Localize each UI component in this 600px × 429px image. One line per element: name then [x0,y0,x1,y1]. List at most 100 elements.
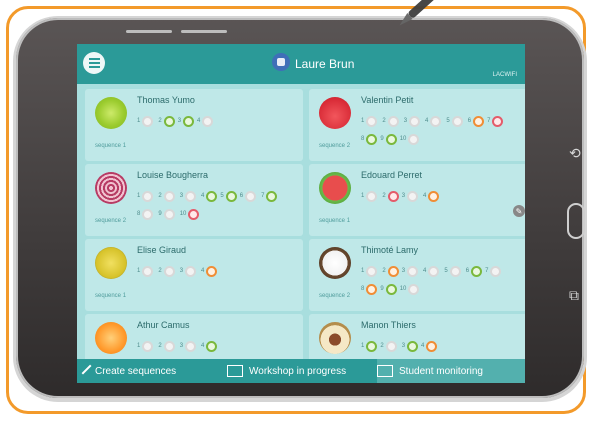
token-number: 10 [179,211,187,217]
student-card[interactable]: Edouard Perret sequence 1 1 2 3 4 [309,164,525,236]
student-name: Thomas Yumo [137,95,195,105]
tab-label: Workshop in progress [249,365,347,377]
token-status-icon [473,115,485,127]
token-status-icon [206,190,218,202]
token-number: 4 [201,193,205,199]
menu-button[interactable] [83,52,105,74]
list-icon [377,365,393,377]
token-status-icon [142,340,154,352]
token-number: 9 [380,286,384,292]
sequence-token: 4 [201,265,218,277]
student-card[interactable]: Thomas Yumo sequence 1 1 2 3 4 [85,89,303,161]
student-name: Elise Giraud [137,245,187,255]
student-card[interactable]: Valentin Petit sequence 2 1 2 3 4 5 6 7 8 9 10 [309,89,525,161]
student-card[interactable]: Elise Giraud sequence 1 1 2 3 4 [85,239,303,311]
sequence-token: 4 [197,115,215,127]
sequence-tokens: 1 2 3 4 5 6 7 8 9 10 [361,109,521,145]
edit-icon[interactable]: ✎ [513,205,525,217]
sequence-token: 7 [261,190,278,202]
sequence-token: 3 [402,340,419,352]
fruit-avatar-icon [95,172,127,204]
token-status-icon [387,115,399,127]
token-number: 4 [425,118,429,124]
token-status-icon [185,190,197,202]
sequence-token: 3 [177,115,195,127]
token-number: 4 [197,118,201,124]
sequence-label: sequence 2 [95,218,127,224]
sequence-tokens: 1 2 3 4 [137,109,297,127]
sequence-token: 4 [423,190,440,202]
token-status-icon [387,190,399,202]
token-number: 1 [137,193,141,199]
token-status-icon [451,115,463,127]
token-number: 2 [158,118,162,124]
token-status-icon [428,190,440,202]
pen-icon [77,365,89,377]
token-status-icon [142,208,154,220]
token-status-icon [407,190,419,202]
sequence-token: 7 [487,115,504,127]
sequence-token: 4 [423,265,441,277]
sequence-token: 2 [382,265,399,277]
student-card[interactable]: Thimoté Lamy sequence 2 1 2 3 4 5 6 7 8 9 10 [309,239,525,311]
token-number: 3 [401,193,406,199]
sequence-tokens: 1 2 3 4 5 6 7 8 9 10 [361,259,521,295]
token-status-icon [407,340,419,352]
username-label: Laure Brun [295,57,355,71]
user-avatar-icon[interactable] [272,53,290,71]
sequence-token: 4 [201,190,218,202]
token-number: 3 [179,193,184,199]
back-icon[interactable]: ⟲ [569,146,581,160]
student-name: Edouard Perret [361,170,423,180]
top-right-label: LACWIFI [492,72,517,78]
tab-create-sequences[interactable]: Create sequences [77,359,227,383]
menu-icon-line [88,66,100,68]
token-number: 4 [423,268,427,274]
tab-workshop-in-progress[interactable]: Workshop in progress [227,359,377,383]
token-status-icon [408,133,420,145]
recent-apps-icon[interactable]: ⧉ [569,288,579,302]
token-status-icon [449,265,461,277]
sequence-token: 1 [361,190,379,202]
tab-student-monitoring[interactable]: Student monitoring [377,359,525,383]
token-status-icon [426,340,438,352]
token-status-icon [366,190,378,202]
sequence-token: 3 [403,115,422,127]
token-status-icon [142,190,154,202]
token-status-icon [430,115,442,127]
token-number: 5 [444,268,448,274]
sequence-token: 1 [137,340,155,352]
sequence-token: 6 [468,115,485,127]
sequence-label: sequence 1 [95,293,127,299]
token-number: 4 [201,343,205,349]
sequence-token: 8 [361,283,378,295]
student-card[interactable]: Louise Bougherra sequence 2 1 2 3 4 5 6 7 8 9 10 [85,164,303,236]
token-number: 3 [177,118,182,124]
home-button[interactable] [567,203,585,239]
token-number: 3 [403,118,408,124]
student-name: Manon Thiers [361,320,416,330]
sequence-token: 7 [485,265,503,277]
token-number: 3 [401,268,406,274]
sequence-token: 1 [137,115,155,127]
sequence-token: 4 [201,340,218,352]
sequence-tokens: 1 2 3 4 5 6 7 8 9 10 [137,184,297,220]
token-status-icon [471,265,483,277]
sequence-token: 4 [425,115,443,127]
sequence-tokens: 1 2 3 4 [137,259,297,277]
token-status-icon [385,340,397,352]
sequence-token: 6 [240,190,258,202]
sequence-token: 3 [401,265,420,277]
token-status-icon [142,115,154,127]
token-status-icon [185,340,197,352]
token-number: 10 [399,136,407,142]
sequence-token: 9 [380,283,397,295]
sequence-token: 1 [361,340,378,352]
token-status-icon [366,115,378,127]
token-number: 3 [179,268,184,274]
token-status-icon [202,115,214,127]
sequence-token: 2 [158,190,176,202]
token-number: 2 [382,118,386,124]
student-name: Louise Bougherra [137,170,209,180]
token-number: 7 [487,118,491,124]
